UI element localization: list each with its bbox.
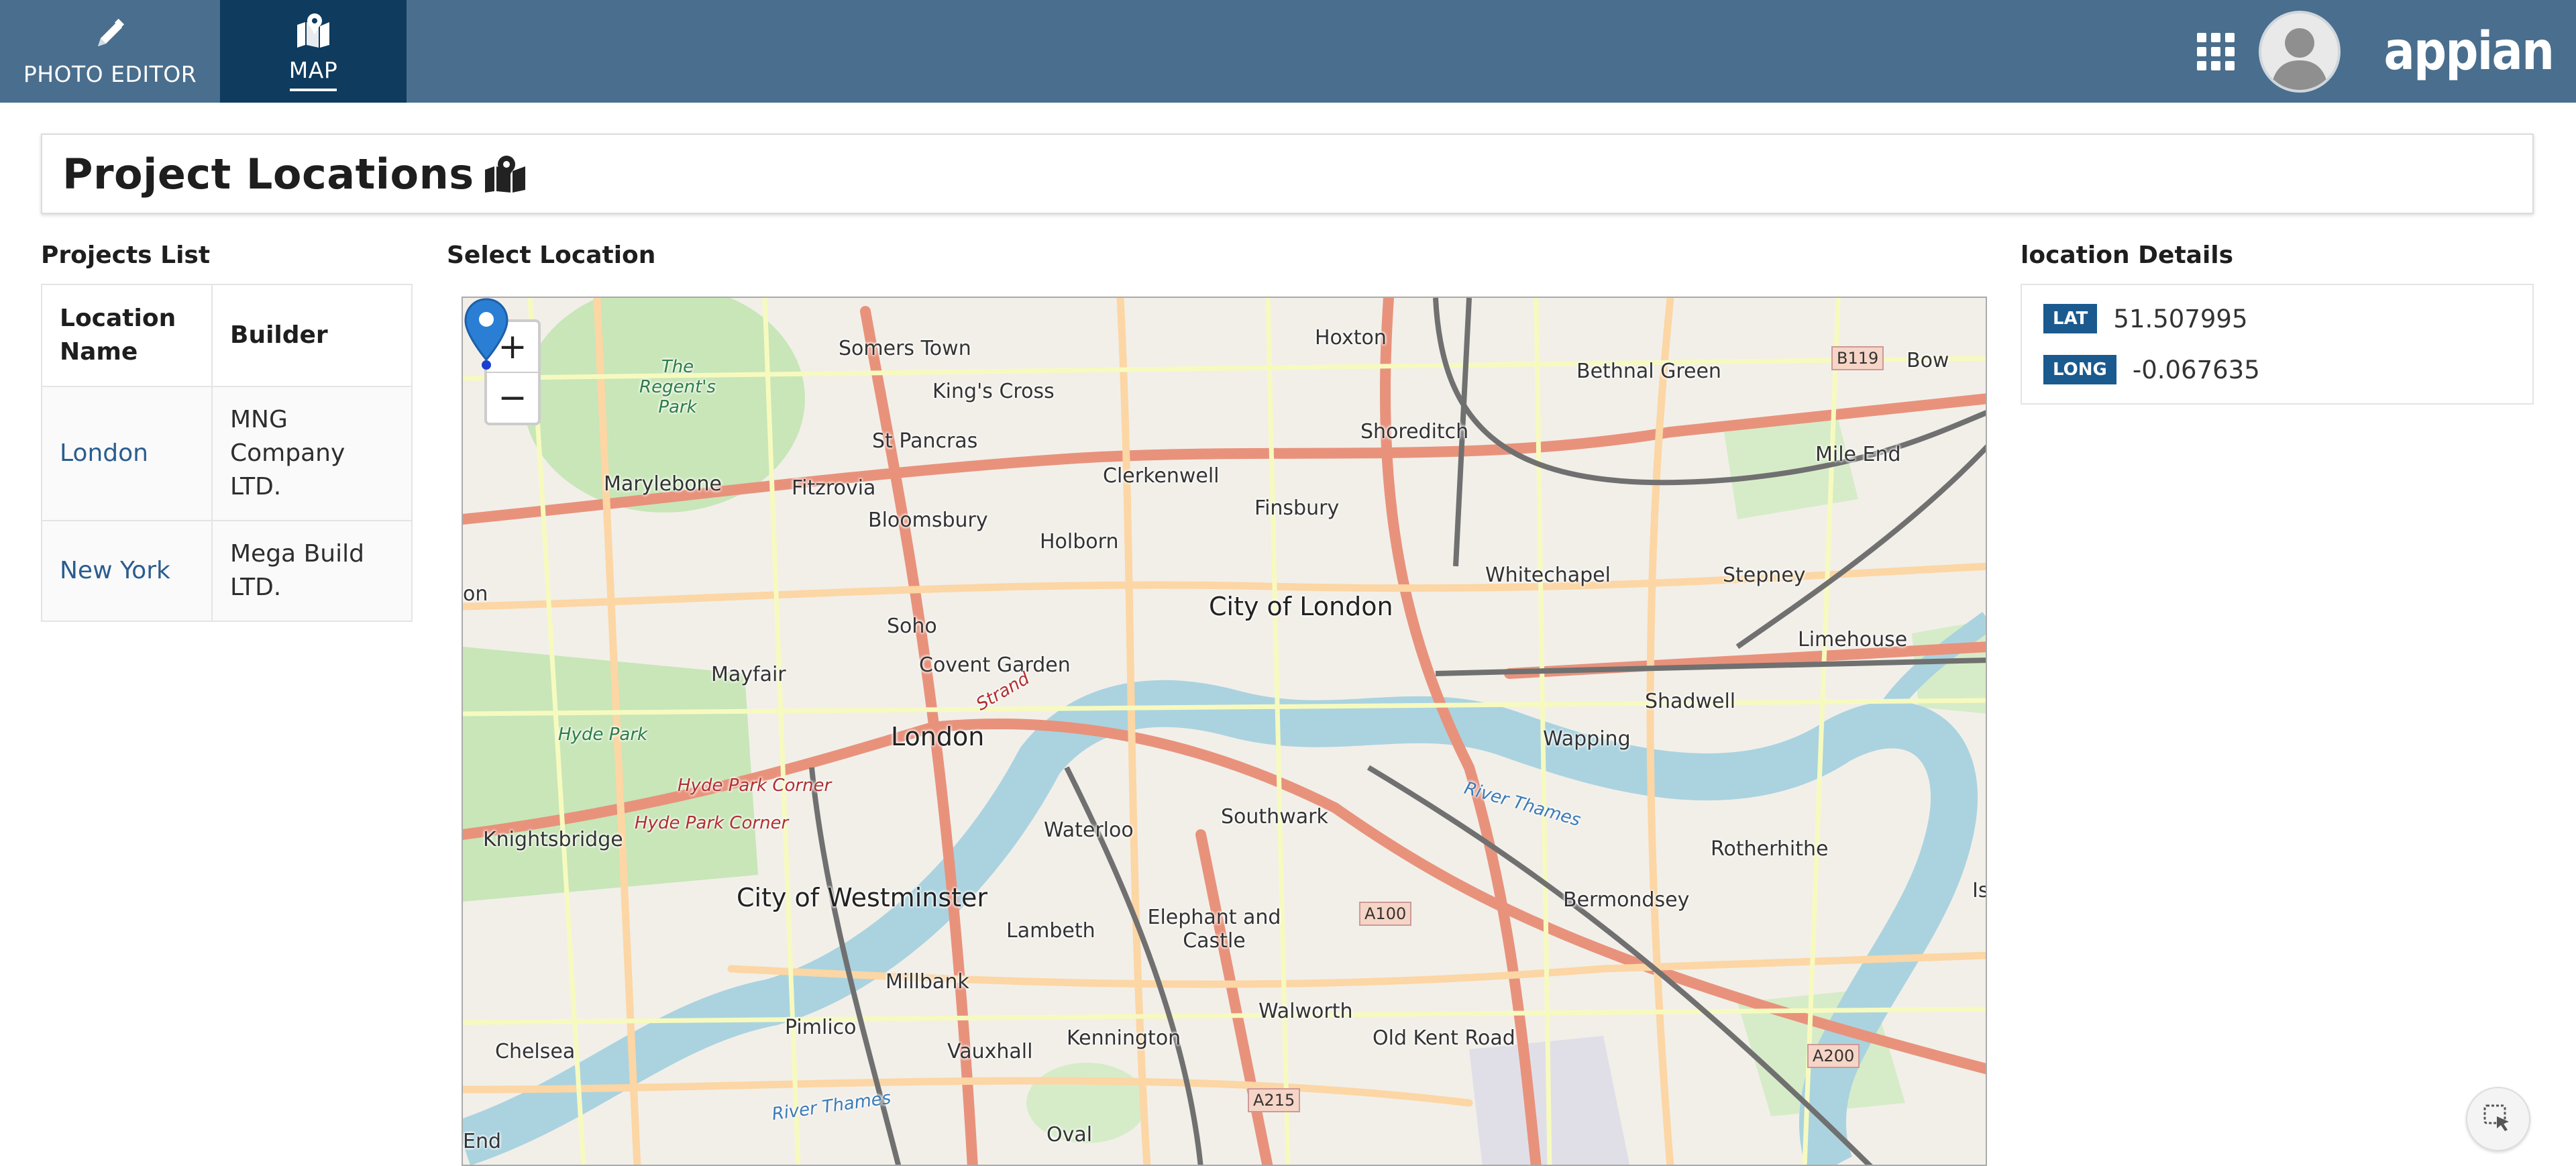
location-marker-icon[interactable] <box>463 298 510 372</box>
location-details-panel: LAT 51.507995 LONG -0.067635 <box>2021 284 2534 405</box>
map-label: Rotherhithe <box>1711 837 1829 861</box>
page-title: Project Locations <box>62 149 474 199</box>
map-label: Millbank <box>885 970 969 994</box>
map-tiles <box>463 298 1986 1165</box>
map-label: Covent Garden <box>919 653 1071 677</box>
map-label: Whitechapel <box>1485 564 1611 587</box>
table-header-row: Location Name Builder <box>41 284 413 387</box>
map-label: Clerkenwell <box>1103 464 1220 488</box>
tab-photo-editor-label: PHOTO EDITOR <box>23 61 197 87</box>
map-label: Vauxhall <box>947 1040 1033 1063</box>
map-label: Mile End <box>1815 443 1901 466</box>
inspect-button[interactable] <box>2466 1087 2530 1151</box>
location-details-label: location Details <box>2021 242 2234 269</box>
map-label: Holborn <box>1040 530 1119 553</box>
builder-cell: Mega Build LTD. <box>211 520 413 622</box>
map-label: Soho <box>887 615 937 638</box>
latitude-value: 51.507995 <box>2113 304 2248 333</box>
longitude-value: -0.067635 <box>2132 355 2260 384</box>
map-label: Lambeth <box>1006 919 1095 943</box>
user-avatar[interactable] <box>2258 10 2341 93</box>
top-nav-bar: PHOTO EDITOR MAP appian <box>0 0 2576 103</box>
tab-map-label: MAP <box>288 57 338 83</box>
map-label: Hyde Park Corner <box>678 776 832 796</box>
road-shield: A215 <box>1248 1088 1301 1112</box>
map-label: Fitzrovia <box>792 476 876 500</box>
map-label: Knightsbridge <box>483 828 623 851</box>
map-label: End <box>463 1130 502 1153</box>
apps-grid-icon[interactable] <box>2196 32 2235 70</box>
column-header-location: Location Name <box>41 284 213 387</box>
map-label: Bethnal Green <box>1576 360 1721 383</box>
active-tab-indicator <box>290 89 337 91</box>
map-label: Stepney <box>1723 564 1806 587</box>
long-badge: LONG <box>2043 355 2116 384</box>
table-row: London MNG Company LTD. <box>41 386 413 521</box>
user-silhouette-icon <box>2261 13 2338 90</box>
map-label: Shadwell <box>1645 690 1736 713</box>
select-location-label: Select Location <box>447 242 656 269</box>
page-header-card: Project Locations <box>41 134 2534 214</box>
lat-badge: LAT <box>2043 304 2098 333</box>
tab-map[interactable]: MAP <box>220 0 407 103</box>
road-shield: A200 <box>1807 1044 1860 1068</box>
longitude-row: LONG -0.067635 <box>2043 355 2532 384</box>
cursor-select-icon <box>2483 1104 2509 1131</box>
map-label: Chelsea <box>495 1040 576 1063</box>
map-label: Oval <box>1046 1123 1093 1147</box>
map-label: City of Westminster <box>737 883 988 912</box>
map-label: City of London <box>1209 592 1393 621</box>
map-label: Kennington <box>1067 1026 1181 1050</box>
map-marked-icon <box>484 155 527 193</box>
map-label: Old Kent Road <box>1373 1026 1515 1050</box>
map-label: Pimlico <box>785 1016 857 1039</box>
tab-photo-editor[interactable]: PHOTO EDITOR <box>0 0 220 103</box>
map-label: Somers Town <box>839 337 971 360</box>
map-label: on <box>463 582 488 606</box>
location-link-new-york[interactable]: New York <box>41 520 213 622</box>
zoom-out-button[interactable]: − <box>487 372 538 423</box>
map-label: Hyde Park <box>558 725 648 745</box>
latitude-row: LAT 51.507995 <box>2043 304 2532 333</box>
map-label: St Pancras <box>872 429 978 453</box>
map-label: Finsbury <box>1254 496 1340 520</box>
location-link-london[interactable]: London <box>41 386 213 521</box>
table-row: New York Mega Build LTD. <box>41 520 413 622</box>
map-label: Limehouse <box>1798 628 1908 651</box>
map-label: Walworth <box>1258 1000 1353 1023</box>
pencil-icon <box>91 15 129 53</box>
map-label: Wapping <box>1543 727 1631 751</box>
map-label: Is <box>1972 879 1986 902</box>
map-label: Bermondsey <box>1563 888 1690 912</box>
road-shield: B119 <box>1831 346 1884 370</box>
map-label: Mayfair <box>711 663 786 686</box>
map-label: Shoreditch <box>1360 420 1469 443</box>
map-label: Hoxton <box>1315 326 1387 350</box>
road-shield: A100 <box>1359 902 1412 926</box>
nav-right-group: appian <box>2196 0 2576 103</box>
location-map[interactable]: + − Somers Town Hoxton Bethnal Green Bow… <box>462 297 1987 1166</box>
map-label: Hyde Park Corner <box>635 813 789 833</box>
map-label: King's Cross <box>932 380 1055 403</box>
map-label: Marylebone <box>604 472 722 496</box>
map-label: Bloomsbury <box>868 509 988 532</box>
map-label: Waterloo <box>1044 818 1134 842</box>
appian-logo[interactable]: appian <box>2383 21 2555 82</box>
map-label: The Regent's Park <box>639 357 716 417</box>
column-header-builder: Builder <box>211 284 413 387</box>
map-label: Elephant and Castle <box>1147 906 1281 953</box>
map-icon <box>294 11 332 49</box>
projects-table: Location Name Builder London MNG Company… <box>41 284 413 622</box>
map-label: Southwark <box>1221 805 1328 829</box>
map-label: London <box>891 722 985 751</box>
builder-cell: MNG Company LTD. <box>211 386 413 521</box>
map-label: Bow <box>1907 349 1949 372</box>
projects-list-label: Projects List <box>41 242 211 269</box>
